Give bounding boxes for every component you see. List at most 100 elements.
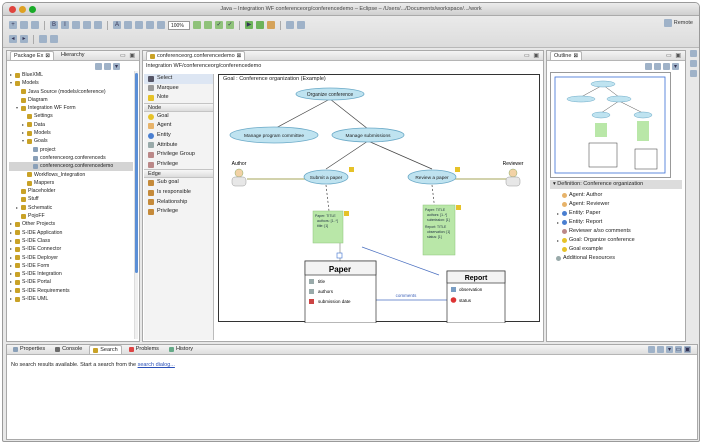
package-tree-item[interactable]: ▸ S-IDE UML: [9, 295, 133, 303]
bottom-minimize-icon[interactable]: ▭: [675, 346, 682, 353]
package-tree-item[interactable]: ▸ BlueXML: [9, 71, 133, 79]
outline-item[interactable]: ▸ Entity: Paper: [550, 209, 675, 218]
tab-problems[interactable]: Problems: [126, 345, 162, 354]
selection-handle[interactable]: [336, 252, 343, 259]
package-tree-item[interactable]: ▸ Schematic: [9, 204, 133, 212]
perspective-switcher[interactable]: Remote: [663, 19, 693, 27]
outline-item[interactable]: Agent: Reviewer: [550, 200, 675, 209]
expanded-twisty-icon[interactable]: ▾: [9, 79, 13, 87]
palette-drawer-edge_header[interactable]: Edge: [144, 169, 213, 179]
package-tree-item[interactable]: ▸ S-IDE Application: [9, 229, 133, 237]
view-controls[interactable]: ▭ ▣: [120, 52, 136, 59]
edge-mid-sub1[interactable]: [325, 140, 369, 170]
palette-item-arrow[interactable]: Select: [144, 74, 213, 84]
outline-menu-icon[interactable]: ▾: [672, 63, 679, 70]
edge-mid-sub2[interactable]: [367, 140, 433, 170]
collapsed-twisty-icon[interactable]: ▸: [556, 236, 560, 245]
restore-icon[interactable]: [689, 50, 697, 57]
palette-item-edge[interactable]: Privilege: [144, 207, 213, 217]
tab-properties[interactable]: Properties: [10, 345, 48, 354]
package-tree-item[interactable]: ▸ S-IDE Form: [9, 262, 133, 270]
outline-overview-icon[interactable]: [654, 63, 661, 70]
zoom-in-icon[interactable]: [193, 21, 201, 29]
package-tree-item[interactable]: ▸ Models: [9, 129, 133, 137]
palette-item-note[interactable]: Note: [144, 93, 213, 103]
expanded-twisty-icon[interactable]: ▾: [21, 137, 25, 145]
line-color-icon[interactable]: [135, 21, 143, 29]
search-history-icon[interactable]: [648, 346, 655, 353]
palette-item-privilege[interactable]: Privilege: [144, 160, 213, 170]
package-tree-item[interactable]: ▾ Models: [9, 79, 133, 87]
outline-item[interactable]: Agent: Author: [550, 191, 675, 200]
outline-item[interactable]: ▸ Goal: Organize conference: [550, 236, 675, 245]
collapsed-twisty-icon[interactable]: ▸: [15, 204, 19, 212]
paper-attr-1[interactable]: authors: [318, 289, 334, 294]
edge-sub1-note[interactable]: [325, 184, 330, 212]
open-type-icon[interactable]: [286, 21, 294, 29]
package-tree-item[interactable]: ▾ Integration WF Form: [9, 104, 133, 112]
outline-item[interactable]: Additional Resources: [550, 254, 675, 263]
package-tree-item[interactable]: conferenceorg.conferenceds: [9, 154, 133, 162]
palette-item-edge[interactable]: Relationship: [144, 198, 213, 208]
package-tree-item[interactable]: ▸ Other Projects: [9, 220, 133, 228]
note-right[interactable]: Paper: TITLE authors: [1..*] submission:…: [422, 204, 461, 256]
palette-item-edge[interactable]: Is responsible: [144, 188, 213, 198]
entity-paper[interactable]: Paper title authors submission date: [304, 252, 377, 323]
collapsed-twisty-icon[interactable]: ▸: [9, 220, 13, 228]
outline-view-controls[interactable]: ▭ ▣: [666, 52, 682, 59]
run-icon[interactable]: ▶: [245, 21, 253, 29]
outline-item[interactable]: Reviewer a/so comments: [550, 227, 675, 236]
collapsed-twisty-icon[interactable]: ▸: [9, 295, 13, 303]
paper-attr-2[interactable]: submission date: [318, 299, 351, 304]
goal-sub2[interactable]: Review a paper: [407, 169, 457, 185]
forward-icon[interactable]: ▸: [20, 35, 28, 43]
goal-mid[interactable]: Manage submissions: [331, 127, 405, 143]
tab-editor-conferencedemo[interactable]: conferenceorg.conferencedemo ⊠: [146, 51, 246, 60]
bottom-view-menu-icon[interactable]: ▾: [666, 346, 673, 353]
collapse-all-icon[interactable]: [95, 63, 102, 70]
goal-left[interactable]: Manage program committee: [229, 126, 319, 144]
tab-hierarchy[interactable]: Hierarchy: [58, 51, 88, 60]
debug-icon[interactable]: [256, 21, 264, 29]
tab-outline[interactable]: Outline ⊠: [550, 51, 583, 60]
save-icon[interactable]: [20, 21, 28, 29]
package-tree-item[interactable]: ▸ Data: [9, 121, 133, 129]
package-tree-item[interactable]: ▸ S-IDE Connector: [9, 245, 133, 253]
package-tree-item[interactable]: Workflows_Integration: [9, 171, 133, 179]
package-tree-item[interactable]: Diagram: [9, 96, 133, 104]
package-tree-item[interactable]: ▸ S-IDE Integration: [9, 270, 133, 278]
search-icon[interactable]: [297, 21, 305, 29]
outline-root-row[interactable]: ▾ Definition: Conference organization: [550, 180, 682, 189]
align-center-icon[interactable]: [83, 21, 91, 29]
palette-item-edge[interactable]: Sub goal: [144, 178, 213, 188]
outline-item[interactable]: ▸ Entity: Report: [550, 218, 675, 227]
font-color-icon[interactable]: A: [113, 21, 121, 29]
tab-history[interactable]: History: [166, 345, 196, 354]
package-tree-item[interactable]: ▾ Goals: [9, 137, 133, 145]
relation-label[interactable]: comments: [396, 293, 418, 298]
collapsed-twisty-icon[interactable]: ▸: [21, 129, 25, 137]
goal-root[interactable]: Organize conference: [295, 87, 365, 101]
collapsed-twisty-icon[interactable]: ▸: [556, 218, 560, 227]
palette-item-entity[interactable]: Entity: [144, 131, 213, 141]
package-tree-item[interactable]: PojoFF: [9, 212, 133, 220]
package-tree-item[interactable]: Settings: [9, 112, 133, 120]
collapsed-twisty-icon[interactable]: ▸: [9, 245, 13, 253]
back-icon[interactable]: ◂: [9, 35, 17, 43]
new-icon[interactable]: +: [9, 21, 17, 29]
print-icon[interactable]: [31, 21, 39, 29]
package-tree-item[interactable]: conferenceorg.conferencedemo: [9, 162, 133, 171]
arrange-icon[interactable]: [146, 21, 154, 29]
fit-icon[interactable]: [157, 21, 165, 29]
external-tools-icon[interactable]: [267, 21, 275, 29]
package-tree-item[interactable]: Mappers: [9, 179, 133, 187]
pin-icon[interactable]: [657, 346, 664, 353]
task-list-icon[interactable]: [689, 60, 697, 67]
palette-item-marquee[interactable]: Marquee: [144, 84, 213, 94]
zoom-out-icon[interactable]: [204, 21, 212, 29]
package-tree-item[interactable]: ▸ S-IDE Portal: [9, 278, 133, 286]
package-tree-item[interactable]: Stuff: [9, 195, 133, 203]
outline-minimap[interactable]: [550, 72, 671, 178]
editor-view-controls[interactable]: ▭ ▣: [524, 52, 540, 59]
palette-item-attribute[interactable]: Attribute: [144, 141, 213, 151]
